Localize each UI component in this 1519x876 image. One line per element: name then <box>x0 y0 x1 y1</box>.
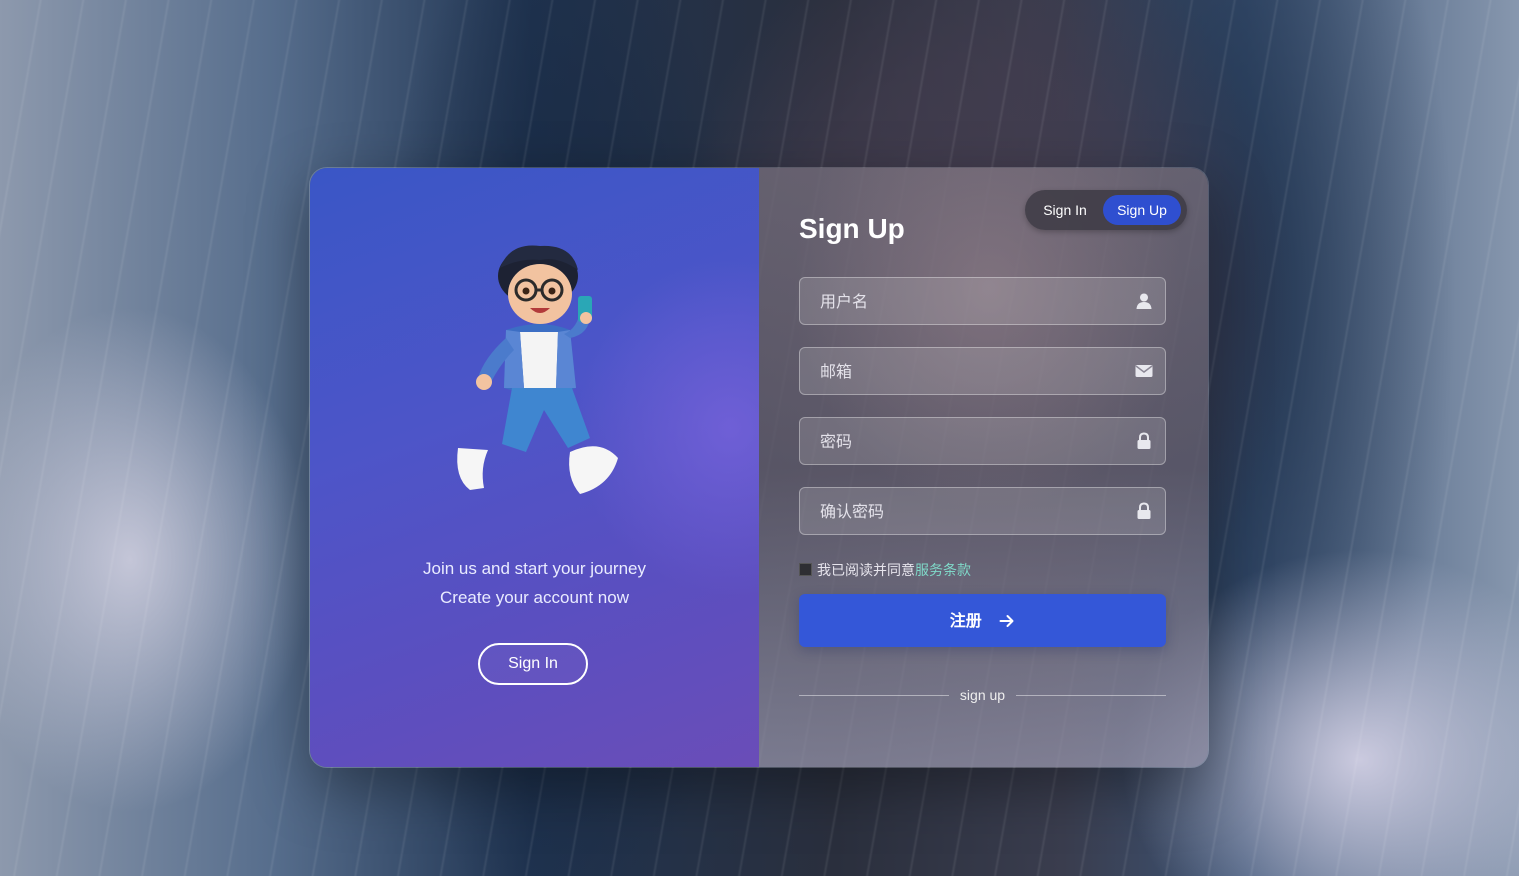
divider-line-right <box>1016 695 1166 696</box>
username-field <box>799 277 1166 325</box>
password-field <box>799 417 1166 465</box>
register-button[interactable]: 注册 <box>799 594 1166 647</box>
welcome-panel: Join us and start your journey Create yo… <box>310 168 759 767</box>
email-field <box>799 347 1166 395</box>
auth-mode-toggle: Sign In Sign Up <box>1025 190 1187 230</box>
envelope-icon <box>1135 365 1153 377</box>
sign-in-button[interactable]: Sign In <box>478 643 588 685</box>
toggle-sign-in[interactable]: Sign In <box>1033 200 1097 220</box>
password-input[interactable] <box>800 418 1120 464</box>
divider: sign up <box>799 684 1166 708</box>
signup-panel: Sign In Sign Up Sign Up 用户名 邮箱 我已阅读并同意服务… <box>759 168 1208 767</box>
terms-agreement: 我已阅读并同意服务条款 <box>799 560 971 579</box>
username-input[interactable] <box>800 278 1120 324</box>
terms-label: 我已阅读并同意 <box>817 563 915 579</box>
register-button-label: 注册 <box>949 611 982 630</box>
confirm-password-field <box>799 487 1166 535</box>
email-input[interactable] <box>800 348 1120 394</box>
auth-card: Join us and start your journey Create yo… <box>309 167 1209 768</box>
arrow-right-icon <box>999 615 1014 627</box>
welcome-line-2: Create your account now <box>440 588 629 607</box>
welcome-line-1: Join us and start your journey <box>422 559 646 578</box>
lock-icon <box>1137 432 1151 449</box>
lock-icon <box>1137 502 1151 519</box>
running-character-illustration <box>457 245 618 494</box>
toggle-sign-up[interactable]: Sign Up <box>1103 195 1181 225</box>
terms-link[interactable]: 服务条款 <box>915 563 971 579</box>
form-title: Sign Up <box>799 213 905 244</box>
user-icon <box>1136 293 1152 309</box>
terms-checkbox[interactable] <box>799 563 812 576</box>
confirm-password-input[interactable] <box>800 488 1120 534</box>
